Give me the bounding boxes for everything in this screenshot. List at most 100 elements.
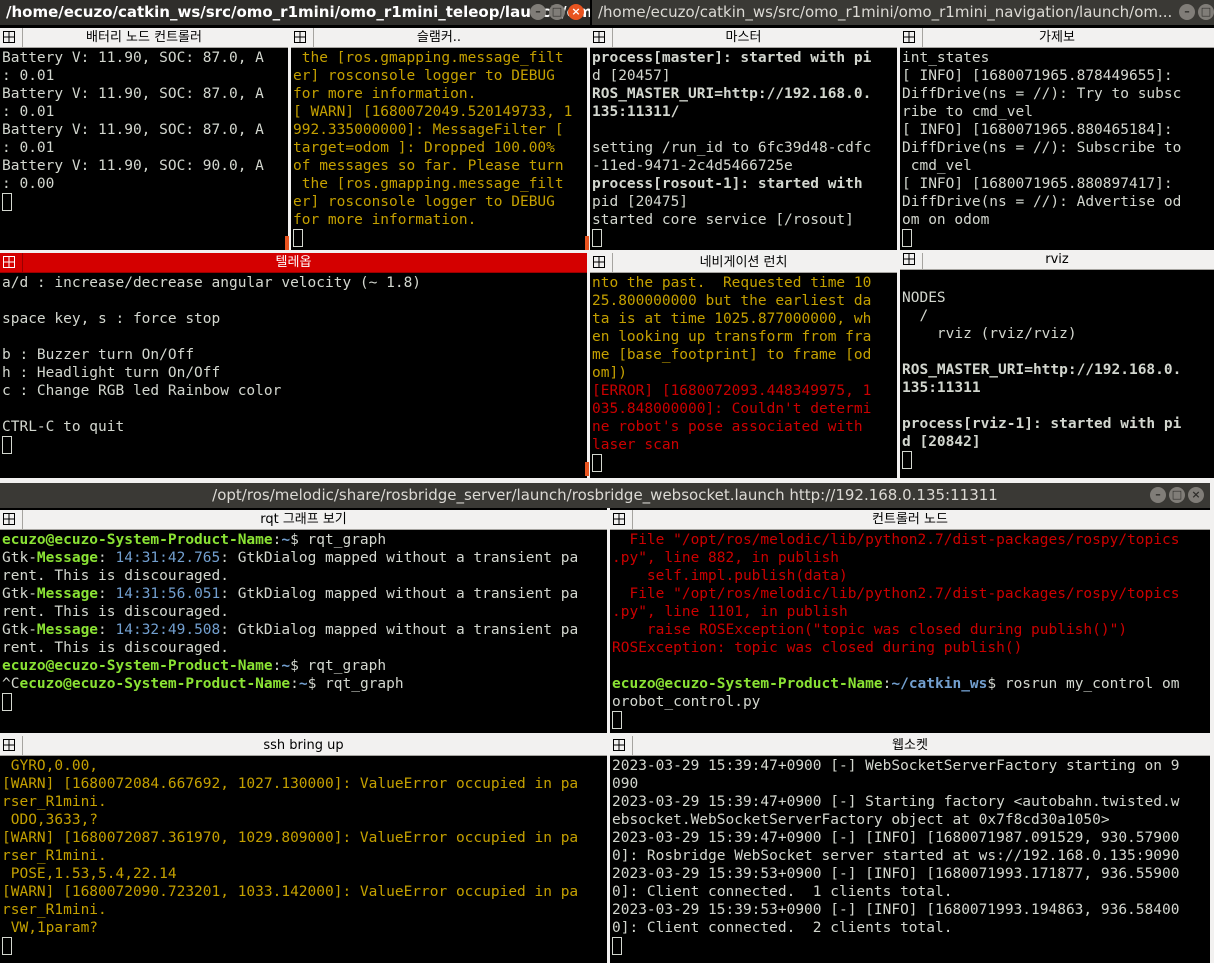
terminal-line: 2023-03-29 15:39:47+0900 [-] [INFO] [168… <box>612 830 1180 846</box>
window-titlebar-navigation[interactable]: /home/ecuzo/catkin_ws/src/omo_r1mini/omo… <box>592 0 1214 25</box>
grid-icon[interactable] <box>3 513 15 525</box>
pane-title-bar[interactable]: rqt 그래프 보기 <box>0 510 607 530</box>
terminal-line: DiffDrive(ns = //): Advertise od <box>902 194 1182 210</box>
terminal-line: Battery V: 11.90, SOC: 87.0, A <box>2 86 264 102</box>
pane-gazebo[interactable]: 가제보 int_states [ INFO] [1680071965.8784496… <box>900 28 1214 250</box>
pane-title-bar[interactable]: 웹소켓 <box>610 736 1210 756</box>
terminal-line: ODO,3633,? <box>2 812 99 828</box>
grid-icon[interactable] <box>593 31 605 43</box>
terminal-line: for more information. <box>293 86 477 102</box>
pane-ssh-bringup[interactable]: ssh bring up GYRO,0.00, [WARN] [168007208… <box>0 736 607 963</box>
grid-icon[interactable] <box>3 739 15 751</box>
pane-divider[interactable] <box>0 478 1214 483</box>
terminal-line: -11ed-9471-2c4d5466725e <box>592 158 793 174</box>
terminal-output[interactable]: 2023-03-29 15:39:47+0900 [-] WebSocketSe… <box>610 756 1210 963</box>
pane-battery[interactable]: 배터리 노드 컨트롤러 Battery V: 11.90, SOC: 87.0, … <box>0 28 288 250</box>
grid-icon[interactable] <box>613 739 625 751</box>
terminal-line: 2023-03-29 15:39:53+0900 [-] [INFO] [168… <box>612 866 1180 882</box>
terminal-line: 0]: Client connected. 1 clients total. <box>612 884 953 900</box>
pane-divider[interactable] <box>1210 483 1214 963</box>
terminal-line: nto the past. Requested time 10 <box>592 275 872 291</box>
pane-teleop[interactable]: 텔레옵 a/d : increase/decrease angular veloc… <box>0 253 587 478</box>
terminal-line: GYRO,0.00, <box>2 758 99 774</box>
pane-title-bar[interactable]: 텔레옵 <box>0 253 587 273</box>
grid-icon[interactable] <box>903 253 915 265</box>
terminal-line: ROSException: topic was closed during pu… <box>612 640 1023 656</box>
close-icon[interactable]: × <box>1188 487 1204 503</box>
grid-icon[interactable] <box>593 256 605 268</box>
terminal-line: orobot_control.py <box>612 694 761 710</box>
terminal-line: rser_R1mini. <box>2 794 107 810</box>
terminal-output[interactable]: NODES / rviz (rviz/rviz) ROS_MASTER_URI=h… <box>900 270 1214 478</box>
pane-title: rqt 그래프 보기 <box>260 512 347 527</box>
terminal-line: pid [20475] <box>592 194 689 210</box>
pane-divider[interactable] <box>897 28 900 478</box>
terminal-line: Gtk-Message: 14:31:42.765: GtkDialog map… <box>2 550 579 566</box>
terminal-line: rser_R1mini. <box>2 848 107 864</box>
window-titlebar-teleop[interactable]: /home/ecuzo/catkin_ws/src/omo_r1mini/omo… <box>0 0 590 25</box>
terminal-cursor <box>592 229 602 247</box>
pane-title: 컨트롤러 노드 <box>872 512 948 527</box>
pane-title: 슬램커.. <box>416 30 462 45</box>
pane-title-bar[interactable]: 슬램커.. <box>291 28 587 48</box>
pane-navigation[interactable]: 네비게이션 런치 nto the past. Requested time 10 2… <box>590 253 897 478</box>
minimize-icon[interactable]: – <box>1150 487 1166 503</box>
terminal-line: d [20457] <box>592 68 671 84</box>
terminal-line: om]) <box>592 365 627 381</box>
terminal-output[interactable]: a/d : increase/decrease angular velocity… <box>0 273 587 478</box>
terminal-output[interactable]: the [ros.gmapping.message_filt er] roscon… <box>291 48 587 250</box>
maximize-icon[interactable]: □ <box>1198 4 1214 20</box>
pane-title-bar[interactable]: rviz <box>900 250 1214 270</box>
terminal-line: ta is at time 1025.877000000, wh <box>592 311 872 327</box>
scroll-indicator <box>585 236 589 250</box>
grid-icon[interactable] <box>294 31 306 43</box>
pane-controller[interactable]: 컨트롤러 노드 File "/opt/ros/melodic/lib/pytho… <box>610 510 1210 733</box>
pane-title: 배터리 노드 컨트롤러 <box>86 30 202 45</box>
close-icon[interactable]: × <box>568 4 584 20</box>
maximize-icon[interactable]: □ <box>549 4 565 20</box>
minimize-icon[interactable]: – <box>1179 4 1195 20</box>
pane-title-bar[interactable]: 컨트롤러 노드 <box>610 510 1210 530</box>
pane-rviz[interactable]: rviz NODES / rviz (rviz/rviz) ROS_MASTER_U… <box>900 250 1214 478</box>
terminal-line: a/d : increase/decrease angular velocity… <box>2 275 422 291</box>
terminal-line: / <box>902 308 929 324</box>
grid-icon[interactable] <box>613 513 625 525</box>
terminal-cursor <box>592 454 602 472</box>
terminal-line: [ INFO] [1680071965.880897417]: <box>902 176 1173 192</box>
pane-divider[interactable] <box>0 733 1210 736</box>
terminal-cursor <box>612 937 622 955</box>
terminal-line: [ WARN] [1680072049.520149733, 1 <box>293 104 573 120</box>
terminal-line: : 0.01 <box>2 68 55 84</box>
grid-icon[interactable] <box>3 256 15 268</box>
pane-title-bar[interactable]: ssh bring up <box>0 736 607 756</box>
terminal-output[interactable]: process[master]: started with pi d [20457… <box>590 48 897 250</box>
terminal-output[interactable]: GYRO,0.00, [WARN] [1680072084.667692, 102… <box>0 756 607 963</box>
pane-divider[interactable] <box>0 250 1214 253</box>
terminal-line: om on odom <box>902 212 990 228</box>
pane-slam[interactable]: 슬램커.. the [ros.gmapping.message_filt er] … <box>291 28 587 250</box>
pane-master[interactable]: 마스터 process[master]: started with pi d [20… <box>590 28 897 250</box>
terminal-output[interactable]: ecuzo@ecuzo-System-Product-Name:~$ rqt_g… <box>0 530 607 733</box>
maximize-icon[interactable]: □ <box>1169 487 1185 503</box>
pane-divider[interactable] <box>288 28 291 253</box>
pane-title: 텔레옵 <box>275 255 312 270</box>
window-titlebar-rosbridge[interactable]: /opt/ros/melodic/share/rosbridge_server/… <box>0 483 1210 508</box>
terminal-output[interactable]: nto the past. Requested time 10 25.800000… <box>590 273 897 478</box>
pane-websocket[interactable]: 웹소켓 2023-03-29 15:39:47+0900 [-] WebSocke… <box>610 736 1210 963</box>
terminal-output[interactable]: File "/opt/ros/melodic/lib/python2.7/dis… <box>610 530 1210 733</box>
terminal-output[interactable]: int_states [ INFO] [1680071965.878449655]… <box>900 48 1214 250</box>
pane-title-bar[interactable]: 배터리 노드 컨트롤러 <box>0 28 288 48</box>
grid-icon[interactable] <box>903 31 915 43</box>
terminal-cursor <box>612 711 622 729</box>
window-title: /home/ecuzo/catkin_ws/src/omo_r1mini/omo… <box>6 3 590 21</box>
terminal-output[interactable]: Battery V: 11.90, SOC: 87.0, A: 0.01 Batt… <box>0 48 288 250</box>
terminal-cursor <box>2 693 12 711</box>
pane-title-bar[interactable]: 가제보 <box>900 28 1214 48</box>
grid-icon[interactable] <box>3 31 15 43</box>
pane-rqt-graph[interactable]: rqt 그래프 보기 ecuzo@ecuzo-System-Product-Nam… <box>0 510 607 733</box>
minimize-icon[interactable]: – <box>530 4 546 20</box>
pane-title-bar[interactable]: 마스터 <box>590 28 897 48</box>
pane-divider[interactable] <box>587 28 590 478</box>
pane-title-bar[interactable]: 네비게이션 런치 <box>590 253 897 273</box>
